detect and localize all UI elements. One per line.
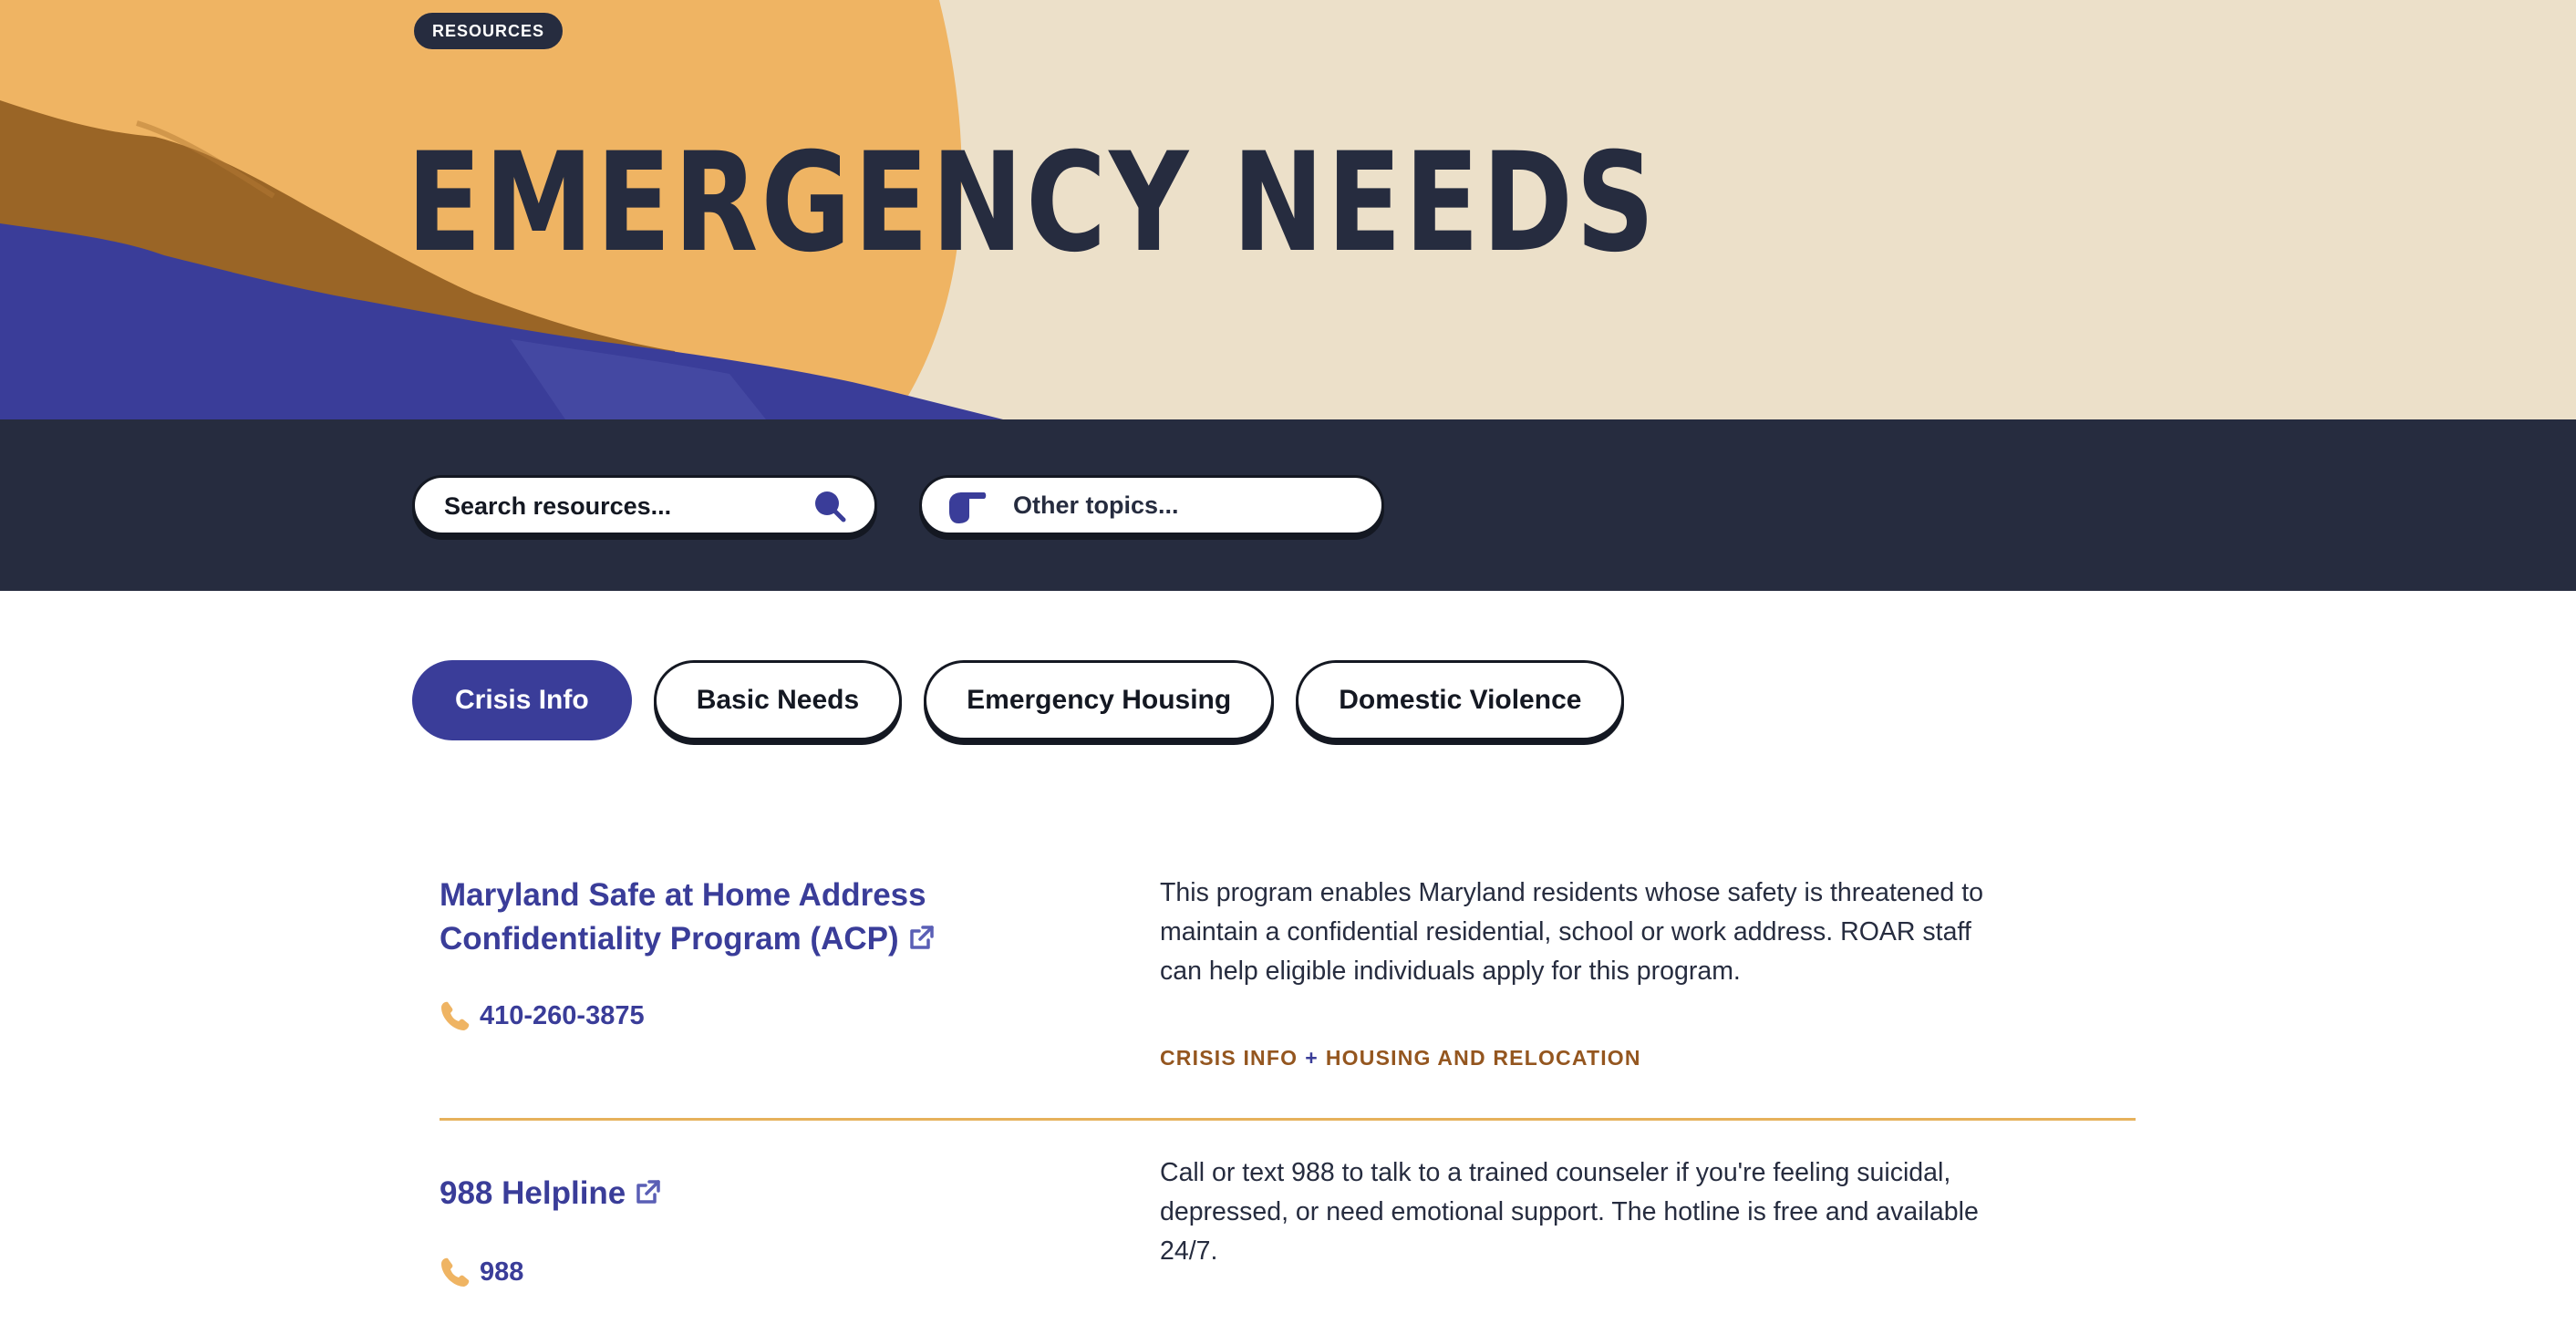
tab-emergency-housing[interactable]: Emergency Housing xyxy=(924,660,1275,740)
hero-banner: RESOURCES EMERGENCY NEEDS xyxy=(0,0,2576,419)
external-link-icon[interactable] xyxy=(635,1178,662,1205)
resource-title-link[interactable]: Maryland Safe at Home Address Confidenti… xyxy=(440,874,1078,961)
phone-number[interactable]: 410-260-3875 xyxy=(480,1001,645,1031)
category-tabs: Crisis Info Basic Needs Emergency Housin… xyxy=(412,660,1646,740)
phone-icon xyxy=(441,1001,470,1030)
resource-title[interactable]: Maryland Safe at Home Address Confidenti… xyxy=(440,877,926,957)
tag-housing-relocation[interactable]: HOUSING AND RELOCATION xyxy=(1326,1046,1641,1070)
tab-domestic-violence[interactable]: Domestic Violence xyxy=(1296,660,1625,740)
resource-divider xyxy=(440,1118,2136,1121)
tab-crisis-info[interactable]: Crisis Info xyxy=(412,660,632,740)
search-band: Other topics... xyxy=(0,419,2576,591)
resource-description: Call or text 988 to talk to a trained co… xyxy=(1160,1158,1979,1266)
search-input[interactable] xyxy=(442,478,811,534)
phone-link[interactable]: 988 xyxy=(440,1257,523,1288)
resource-title[interactable]: 988 Helpline xyxy=(440,1175,626,1211)
external-link-icon[interactable] xyxy=(908,924,936,951)
resource-description: This program enables Maryland residents … xyxy=(1160,878,1983,986)
tag-separator: + xyxy=(1305,1046,1319,1070)
tag-crisis-info[interactable]: CRISIS INFO xyxy=(1160,1046,1298,1070)
phone-link[interactable]: 410-260-3875 xyxy=(440,1000,645,1031)
page-title: EMERGENCY NEEDS xyxy=(407,124,1658,283)
other-topics-dropdown[interactable]: Other topics... xyxy=(919,475,1384,535)
search-icon[interactable] xyxy=(812,489,847,523)
resource-title-link[interactable]: 988 Helpline xyxy=(440,1172,1078,1215)
search-box[interactable] xyxy=(412,475,877,535)
phone-number[interactable]: 988 xyxy=(480,1257,523,1288)
resource-tags: CRISIS INFO + HOUSING AND RELOCATION xyxy=(1160,1046,1641,1071)
phone-icon xyxy=(441,1257,470,1287)
other-topics-label: Other topics... xyxy=(1013,491,1179,519)
tab-basic-needs[interactable]: Basic Needs xyxy=(653,660,903,740)
pointing-hand-icon xyxy=(949,492,987,523)
resources-badge[interactable]: RESOURCES xyxy=(412,11,565,51)
